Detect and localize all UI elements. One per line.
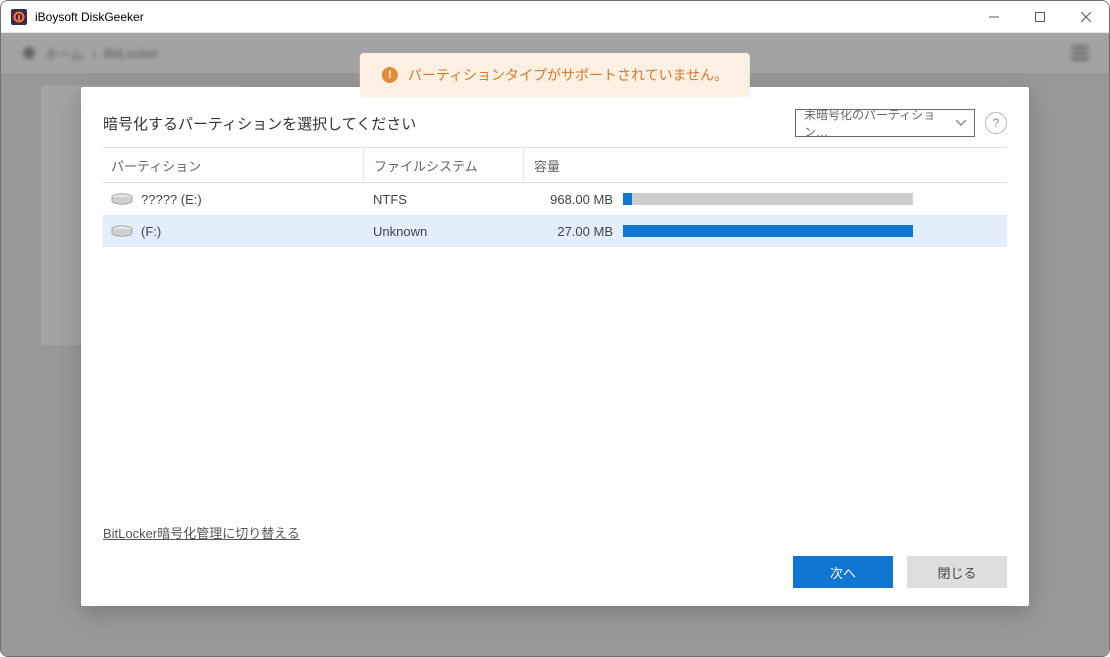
table-body: ????? (E:) NTFS 968.00 MB (F:) Unknown 2…	[103, 183, 1007, 247]
title-left: iBoysoft DiskGeeker	[11, 9, 144, 25]
capacity-cell: 968.00 MB	[523, 183, 623, 215]
app-window: iBoysoft DiskGeeker ホーム › BitLocker	[0, 0, 1110, 657]
titlebar: iBoysoft DiskGeeker	[1, 1, 1109, 33]
minimize-button[interactable]	[971, 1, 1017, 33]
close-window-button[interactable]	[1063, 1, 1109, 33]
warning-toast: ! パーティションタイプがサポートされていません。	[360, 53, 750, 97]
maximize-icon	[1035, 12, 1045, 22]
modal-buttons: 次へ 閉じる	[103, 556, 1007, 588]
disk-icon	[111, 193, 133, 205]
usage-bar-cell	[623, 225, 1007, 237]
modal-footer: BitLocker暗号化管理に切り替える 次へ 閉じる	[103, 523, 1007, 588]
window-controls	[971, 1, 1109, 33]
warning-message: パーティションタイプがサポートされていません。	[408, 65, 728, 85]
fs-cell: Unknown	[363, 215, 523, 247]
help-button[interactable]: ?	[985, 112, 1007, 134]
minimize-icon	[989, 12, 999, 22]
capacity-cell: 27.00 MB	[523, 215, 623, 247]
col-header-name: パーティション	[103, 156, 363, 175]
warning-icon: !	[382, 67, 398, 83]
next-button[interactable]: 次へ	[793, 556, 893, 588]
table-header: パーティション ファイルシステム 容量	[103, 147, 1007, 183]
disk-icon	[111, 225, 133, 237]
usage-bar-fill	[623, 193, 632, 205]
filter-dropdown[interactable]: 未暗号化のパーティション…	[795, 109, 975, 137]
switch-bitlocker-link[interactable]: BitLocker暗号化管理に切り替える	[103, 523, 300, 542]
modal-header: 暗号化するパーティションを選択してください 未暗号化のパーティション… ?	[103, 109, 1007, 137]
usage-bar	[623, 225, 913, 237]
table-row[interactable]: ????? (E:) NTFS 968.00 MB	[103, 183, 1007, 215]
select-partition-modal: 暗号化するパーティションを選択してください 未暗号化のパーティション… ? パー…	[81, 87, 1029, 606]
col-header-capacity: 容量	[523, 148, 623, 182]
maximize-button[interactable]	[1017, 1, 1063, 33]
usage-bar-fill	[623, 225, 913, 237]
filter-dropdown-label: 未暗号化のパーティション…	[804, 106, 956, 140]
close-icon	[1081, 12, 1091, 22]
table-row[interactable]: (F:) Unknown 27.00 MB	[103, 215, 1007, 247]
partition-name: (F:)	[141, 224, 161, 239]
col-header-fs: ファイルシステム	[363, 148, 523, 182]
app-title: iBoysoft DiskGeeker	[35, 10, 144, 24]
usage-bar	[623, 193, 913, 205]
app-icon	[11, 9, 27, 25]
modal-title: 暗号化するパーティションを選択してください	[103, 113, 416, 134]
partition-name: ????? (E:)	[141, 192, 202, 207]
usage-bar-cell	[623, 193, 1007, 205]
fs-cell: NTFS	[363, 183, 523, 215]
chevron-down-icon	[956, 120, 966, 126]
help-icon: ?	[993, 116, 1000, 130]
partition-name-cell: ????? (E:)	[103, 192, 363, 207]
modal-header-right: 未暗号化のパーティション… ?	[795, 109, 1007, 137]
close-button[interactable]: 閉じる	[907, 556, 1007, 588]
partition-name-cell: (F:)	[103, 224, 363, 239]
